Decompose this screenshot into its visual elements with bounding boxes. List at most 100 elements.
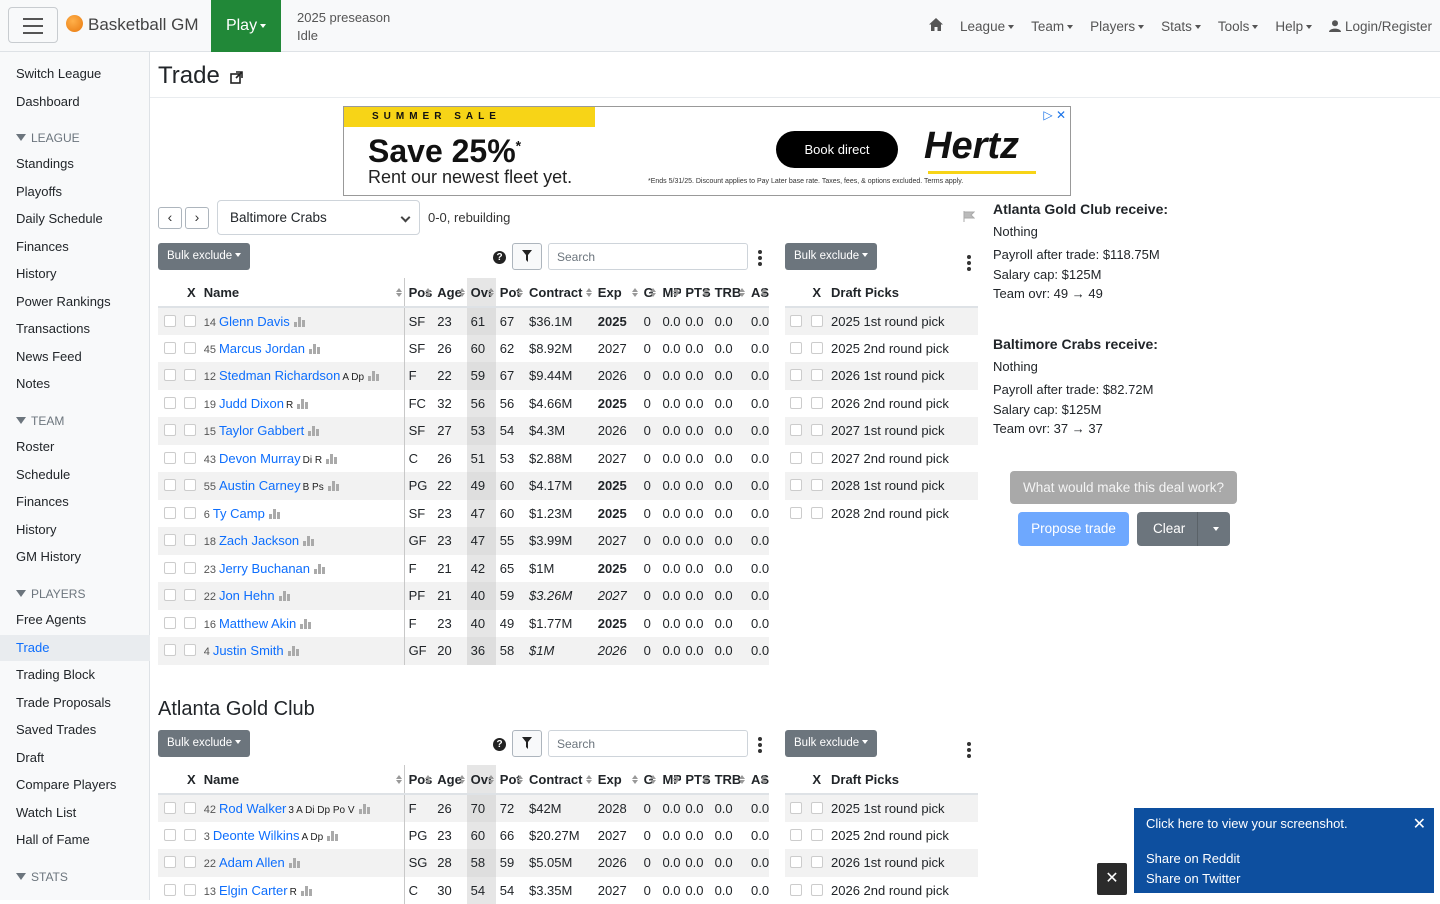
column-header-name[interactable]: Name — [200, 765, 404, 794]
sidebar-item-playoffs[interactable]: Playoffs — [16, 184, 62, 199]
advertisement-banner[interactable]: SUMMER SALE Save 25%* Rent our newest fl… — [343, 106, 1071, 196]
sidebar-section-heading[interactable]: STATS — [16, 870, 68, 884]
stats-chart-icon[interactable] — [308, 426, 319, 436]
help-icon[interactable]: ? — [493, 251, 506, 264]
disable-checkbox[interactable] — [164, 397, 176, 409]
login-link[interactable]: Login/Register — [1329, 19, 1432, 34]
disable-checkbox[interactable] — [164, 479, 176, 491]
player-name-link[interactable]: Stedman Richardson — [219, 368, 340, 383]
sidebar-item-finances[interactable]: Finances — [16, 239, 69, 254]
player-name-link[interactable]: Zach Jackson — [219, 533, 299, 548]
player-name-link[interactable]: Marcus Jordan — [219, 341, 305, 356]
player-name-link[interactable]: Deonte Wilkins — [213, 828, 300, 843]
flag-icon[interactable] — [963, 211, 975, 222]
clear-dropdown-icon[interactable] — [1213, 527, 1219, 531]
column-header-contract[interactable]: Contract — [525, 278, 594, 307]
pick-disable-checkbox[interactable] — [790, 315, 802, 327]
sidebar-item-compare-players[interactable]: Compare Players — [16, 777, 116, 792]
stats-chart-icon[interactable] — [300, 619, 311, 629]
user-help-icon[interactable]: ? — [493, 738, 506, 751]
column-header-mp[interactable]: MP — [658, 765, 681, 794]
sidebar-item-history[interactable]: History — [16, 522, 56, 537]
picks-options-icon[interactable] — [967, 255, 971, 273]
sidebar-item-saved-trades[interactable]: Saved Trades — [16, 722, 96, 737]
disable-checkbox[interactable] — [164, 315, 176, 327]
pick-select-checkbox[interactable] — [811, 884, 823, 896]
column-header-pos[interactable]: Pos — [404, 765, 433, 794]
bulk-exclude-button[interactable]: Bulk exclude — [158, 243, 250, 270]
column-header-mp[interactable]: MP — [658, 278, 681, 307]
disable-checkbox[interactable] — [164, 369, 176, 381]
pick-select-checkbox[interactable] — [811, 829, 823, 841]
column-header-ast[interactable]: AST — [747, 765, 769, 794]
select-checkbox[interactable] — [184, 829, 196, 841]
user-picks-options-icon[interactable] — [967, 742, 971, 760]
stats-chart-icon[interactable] — [303, 536, 314, 546]
brand-logo[interactable]: Basketball GM — [66, 15, 199, 35]
column-header-pts[interactable]: PTS — [681, 278, 710, 307]
toast-close-icon[interactable]: ✕ — [1413, 814, 1426, 834]
column-header-exp[interactable]: Exp — [594, 278, 640, 307]
sidebar-item-schedule[interactable]: Schedule — [16, 467, 70, 482]
disable-checkbox[interactable] — [164, 856, 176, 868]
menu-team[interactable]: Team — [1031, 19, 1073, 34]
select-checkbox[interactable] — [184, 589, 196, 601]
pick-disable-checkbox[interactable] — [790, 829, 802, 841]
stats-chart-icon[interactable] — [328, 481, 339, 491]
pick-select-checkbox[interactable] — [811, 342, 823, 354]
propose-trade-button[interactable]: Propose trade — [1018, 512, 1129, 546]
external-link-icon[interactable] — [230, 71, 243, 84]
player-name-link[interactable]: Elgin Carter — [219, 883, 288, 898]
pick-select-checkbox[interactable] — [811, 507, 823, 519]
select-checkbox[interactable] — [184, 617, 196, 629]
pick-select-checkbox[interactable] — [811, 369, 823, 381]
player-name-link[interactable]: Matthew Akin — [219, 616, 296, 631]
select-checkbox[interactable] — [184, 856, 196, 868]
pick-select-checkbox[interactable] — [811, 424, 823, 436]
disable-checkbox[interactable] — [164, 829, 176, 841]
pick-select-checkbox[interactable] — [811, 479, 823, 491]
sidebar-item-trade[interactable]: Trade — [16, 640, 49, 655]
clear-button[interactable]: Clear — [1137, 512, 1230, 546]
column-header-exp[interactable]: Exp — [594, 765, 640, 794]
user-filter-button[interactable] — [512, 730, 542, 757]
select-checkbox[interactable] — [184, 342, 196, 354]
sidebar-section-heading[interactable]: PLAYERS — [16, 587, 85, 601]
user-table-options-icon[interactable] — [758, 737, 762, 755]
stats-chart-icon[interactable] — [301, 886, 312, 896]
column-header-pts[interactable]: PTS — [681, 765, 710, 794]
menu-players[interactable]: Players — [1090, 19, 1144, 34]
disable-checkbox[interactable] — [164, 424, 176, 436]
select-checkbox[interactable] — [184, 452, 196, 464]
what-would-make-deal-work-button[interactable]: What would make this deal work? — [1010, 471, 1237, 504]
sidebar-item-dashboard[interactable]: Dashboard — [16, 94, 80, 109]
pick-disable-checkbox[interactable] — [790, 856, 802, 868]
sidebar-item-gm-history[interactable]: GM History — [16, 549, 81, 564]
disable-checkbox[interactable] — [164, 589, 176, 601]
prev-team-button[interactable]: ‹ — [158, 207, 182, 229]
disable-checkbox[interactable] — [164, 562, 176, 574]
sidebar-item-roster[interactable]: Roster — [16, 439, 54, 454]
stats-chart-icon[interactable] — [326, 454, 337, 464]
player-name-link[interactable]: Ty Camp — [213, 506, 265, 521]
select-checkbox[interactable] — [184, 424, 196, 436]
select-checkbox[interactable] — [184, 507, 196, 519]
disable-checkbox[interactable] — [164, 644, 176, 656]
pick-disable-checkbox[interactable] — [790, 369, 802, 381]
menu-toggle-button[interactable] — [8, 7, 58, 43]
column-header-age[interactable]: Age — [433, 765, 466, 794]
toast-view-link[interactable]: Click here to view your screenshot. — [1146, 816, 1348, 831]
pick-select-checkbox[interactable] — [811, 452, 823, 464]
select-checkbox[interactable] — [184, 479, 196, 491]
stats-chart-icon[interactable] — [288, 646, 299, 656]
select-checkbox[interactable] — [184, 534, 196, 546]
player-name-link[interactable]: Jerry Buchanan — [219, 561, 310, 576]
column-header-age[interactable]: Age — [433, 278, 466, 307]
disable-checkbox[interactable] — [164, 884, 176, 896]
sidebar-section-heading[interactable]: TEAM — [16, 414, 64, 428]
sidebar-item-free-agents[interactable]: Free Agents — [16, 612, 86, 627]
select-checkbox[interactable] — [184, 802, 196, 814]
pick-disable-checkbox[interactable] — [790, 397, 802, 409]
pick-disable-checkbox[interactable] — [790, 884, 802, 896]
stats-chart-icon[interactable] — [368, 371, 379, 381]
